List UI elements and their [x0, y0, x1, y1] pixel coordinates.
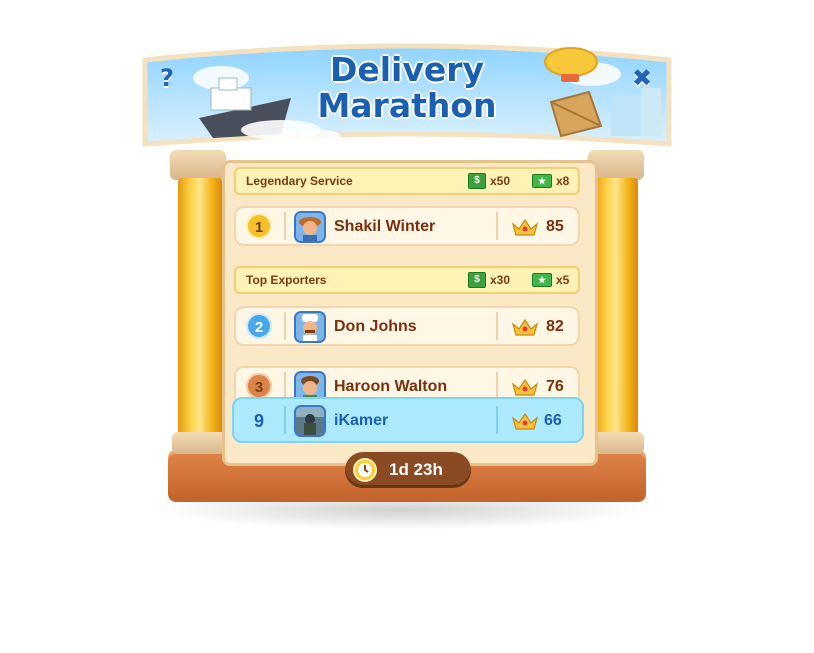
player-score: 76 [546, 378, 564, 395]
reward-tickets: ★ x8 [532, 173, 569, 189]
player-name: Shakil Winter [334, 218, 436, 235]
avatar [294, 211, 326, 243]
player-name: Don Johns [334, 318, 417, 335]
reward-cash: $ x50 [468, 173, 510, 189]
rank-medal-gold: 1 [246, 213, 272, 239]
reward-tickets-amount: x8 [556, 174, 570, 188]
crown-icon [512, 412, 538, 430]
tier-label: Top Exporters [246, 273, 327, 287]
leaderboard-row-2[interactable]: 2 Don Johns 82 [234, 306, 580, 346]
row-divider [284, 372, 286, 400]
title-line-2: Marathon [317, 86, 497, 125]
reward-tickets-amount: x5 [556, 273, 570, 287]
rank-medal-blue: 2 [246, 313, 272, 339]
reward-cash: $ x30 [468, 272, 510, 288]
player-score: 82 [546, 318, 564, 335]
current-player-name: iKamer [334, 412, 389, 429]
left-pillar [178, 178, 222, 440]
tier-header-top-exporters: Top Exporters $ x30 ★ x5 [234, 266, 580, 294]
help-question-icon[interactable]: ? [160, 64, 174, 92]
avatar [294, 311, 326, 343]
crown-icon [512, 318, 538, 336]
reward-tickets: ★ x5 [532, 272, 569, 288]
title-line-1: Delivery [329, 50, 485, 89]
tier-header-legendary: Legendary Service $ x50 ★ x8 [234, 167, 580, 195]
row-divider [496, 372, 498, 400]
current-player-row[interactable]: 9 iKamer 66 [232, 397, 584, 443]
avatar [294, 405, 326, 437]
tier-label: Legendary Service [246, 174, 353, 188]
right-pillar [594, 178, 638, 440]
row-divider [496, 212, 498, 240]
crown-icon [512, 378, 538, 396]
cash-icon: $ [468, 272, 486, 288]
reward-cash-amount: x30 [490, 273, 511, 287]
reward-cash-amount: x50 [490, 174, 511, 188]
player-score: 85 [546, 218, 564, 235]
timer-text: 1d 23h [389, 460, 443, 479]
rank-medal-bronze: 3 [246, 373, 272, 399]
close-x-icon[interactable]: ✖ [632, 64, 652, 92]
player-name: Haroon Walton [334, 378, 448, 395]
row-divider [496, 312, 498, 340]
left-pillar-capital [170, 150, 226, 180]
row-divider [284, 406, 286, 434]
cash-icon: $ [468, 173, 486, 189]
current-player-rank: 9 [254, 411, 265, 431]
clock-icon [353, 458, 377, 482]
row-divider [284, 212, 286, 240]
ticket-icon: ★ [532, 174, 552, 188]
left-pillar-foot [172, 432, 228, 454]
crown-icon [512, 218, 538, 236]
event-timer: 1d 23h [345, 452, 471, 488]
row-divider [284, 312, 286, 340]
row-divider [496, 406, 498, 434]
ticket-icon: ★ [532, 273, 552, 287]
leaderboard-row-1[interactable]: 1 Shakil Winter 85 [234, 206, 580, 246]
current-player-score: 66 [544, 412, 562, 429]
